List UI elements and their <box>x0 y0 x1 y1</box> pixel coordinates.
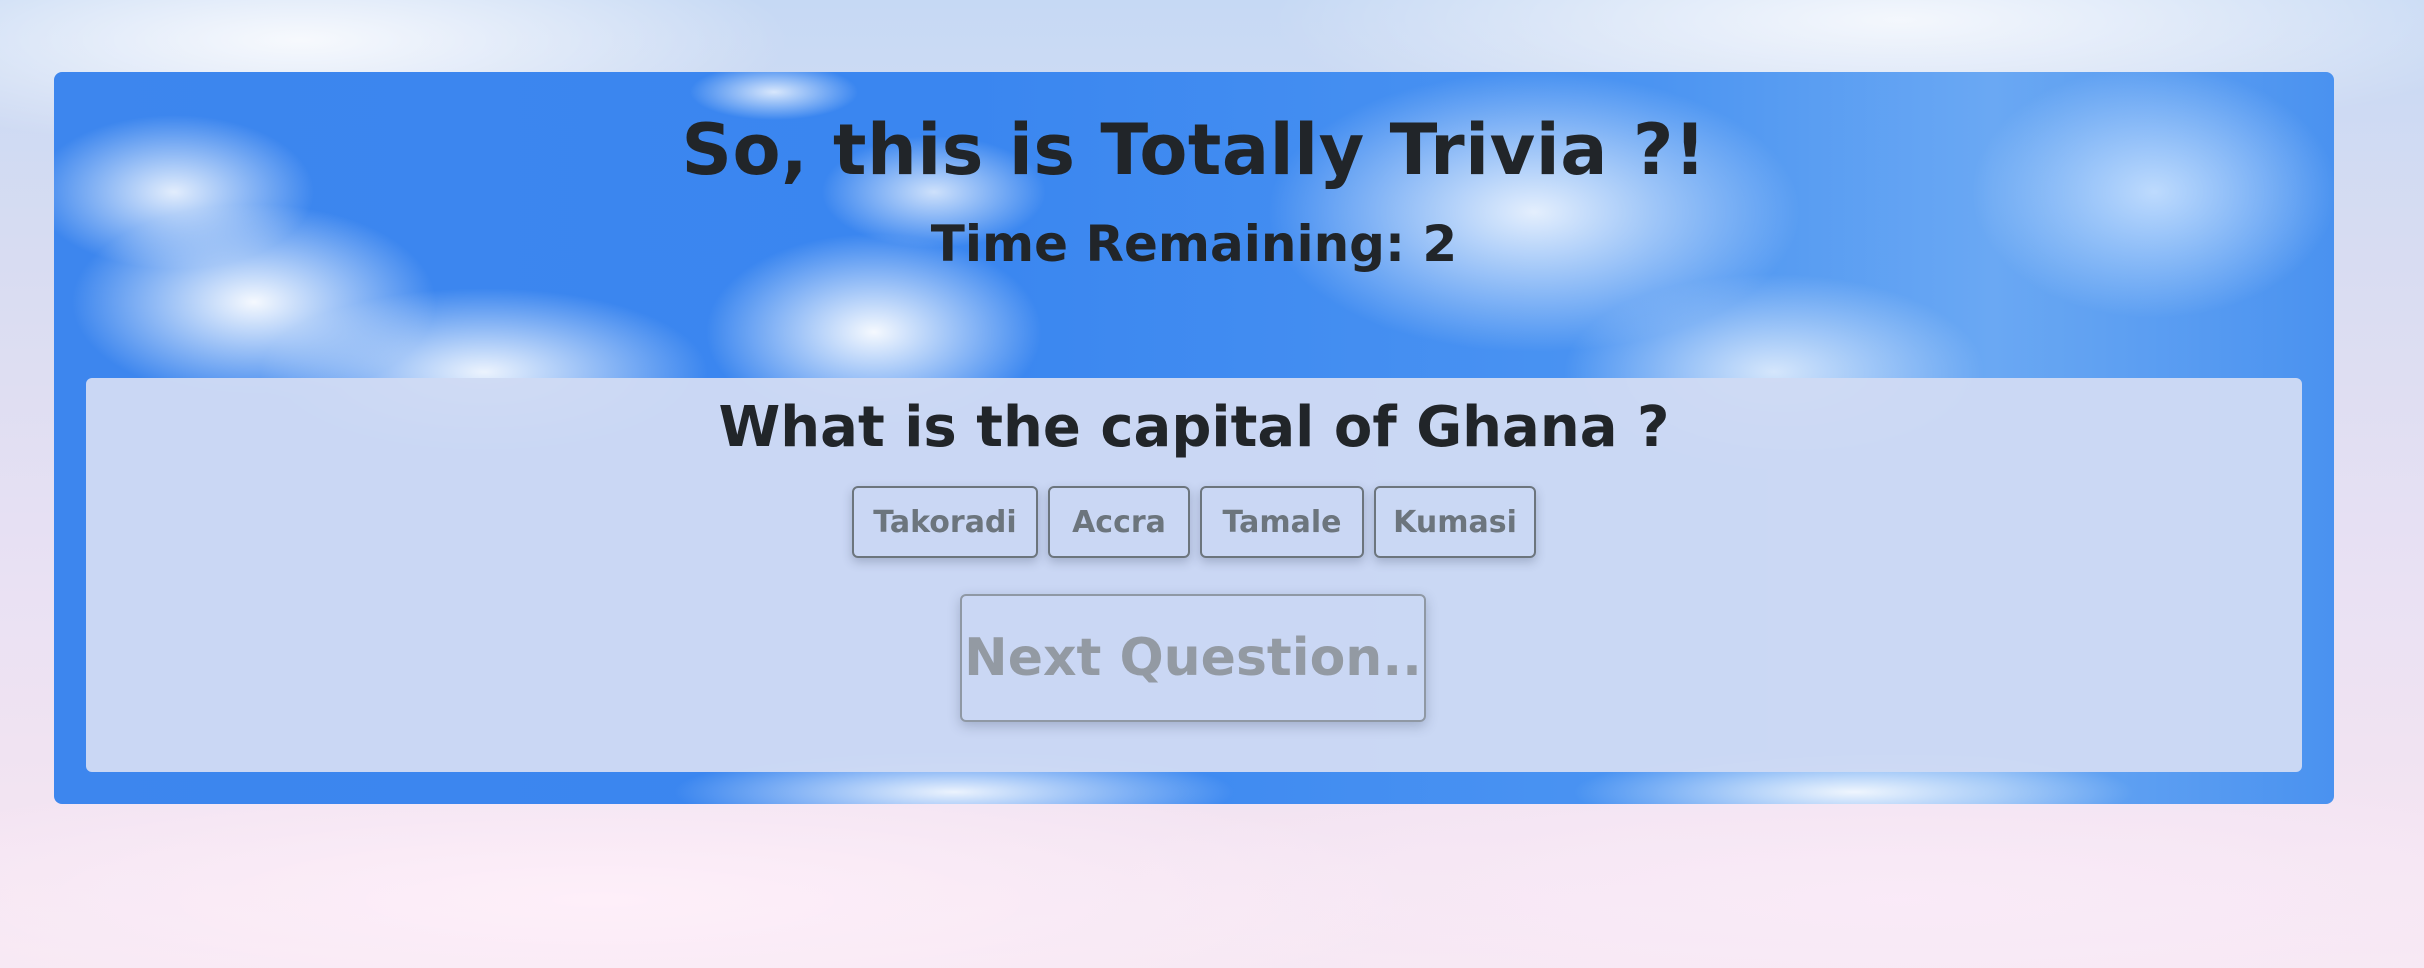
time-remaining: Time Remaining: 2 <box>54 214 2334 274</box>
question-card: What is the capital of Ghana ? Takoradi … <box>86 378 2302 772</box>
timer-value: 2 <box>1422 215 1458 273</box>
answer-button-tamale[interactable]: Tamale <box>1200 486 1364 558</box>
question-text: What is the capital of Ghana ? <box>718 395 1670 460</box>
answer-button-takoradi[interactable]: Takoradi <box>852 486 1038 558</box>
answer-options: Takoradi Accra Tamale Kumasi <box>86 486 2302 558</box>
answer-button-accra[interactable]: Accra <box>1048 486 1190 558</box>
answer-button-kumasi[interactable]: Kumasi <box>1374 486 1536 558</box>
next-question-button[interactable]: Next Question.. <box>960 594 1426 722</box>
trivia-jumbotron: So, this is Totally Trivia ?! Time Remai… <box>54 72 2334 804</box>
page-title: So, this is Totally Trivia ?! <box>681 109 1707 191</box>
timer-label: Time Remaining: <box>930 215 1405 273</box>
